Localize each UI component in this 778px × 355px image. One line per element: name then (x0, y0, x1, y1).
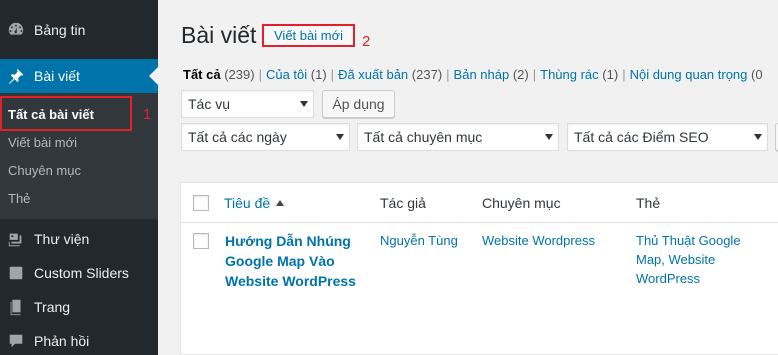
filter-published-label: Đã xuất bản (338, 67, 409, 82)
post-tags-line: WordPress (636, 271, 701, 286)
date-filter-select[interactable]: Tất cả các ngày (181, 123, 350, 151)
active-menu-arrow (149, 67, 158, 85)
highlight-box-all-posts (0, 96, 132, 131)
dashboard-icon (6, 20, 26, 40)
filter-trash-count: (1) (602, 67, 619, 82)
menu-label-pages: Trang (34, 299, 71, 315)
post-tags-line: Thủ Thuật Google (636, 233, 741, 248)
menu-item-dashboard[interactable]: Bảng tin (0, 13, 158, 47)
sort-arrow-icon (276, 200, 285, 206)
row-checkbox[interactable] (193, 233, 209, 249)
filter-cornerstone-count: (0 (751, 67, 763, 82)
submenu-categories[interactable]: Chuyên mục (8, 163, 81, 178)
filter-drafts-count: (2) (512, 67, 529, 82)
bulk-action-select[interactable]: Tác vụ (181, 90, 314, 118)
filter-drafts[interactable]: Bản nháp (2) (454, 67, 529, 82)
filter-published-count: (237) (411, 67, 443, 82)
filter-mine[interactable]: Của tôi (1) (266, 67, 327, 82)
filter-trash-label: Thùng rác (540, 67, 599, 82)
media-icon (6, 229, 26, 249)
menu-label-posts: Bài viết (34, 68, 80, 84)
page-icon (6, 297, 26, 317)
column-category-header[interactable]: Chuyên mục (482, 195, 561, 211)
filter-published[interactable]: Đã xuất bản (237) (338, 67, 442, 82)
page-title: Bài viết (181, 22, 257, 48)
category-filter-select[interactable]: Tất cả chuyên mục (357, 123, 559, 151)
slider-icon (6, 263, 26, 283)
post-author-link[interactable]: Nguyễn Tùng (380, 231, 458, 250)
menu-label-dashboard: Bảng tin (34, 22, 86, 38)
admin-sidebar: Bảng tin Bài viết Tất cả bài viết Viết b… (0, 0, 158, 355)
filter-all[interactable]: Tất cả (239) (183, 67, 255, 82)
post-tags-line: Map, Website (636, 252, 716, 267)
comment-icon (6, 331, 26, 351)
column-title-label: Tiêu đề (224, 195, 271, 211)
main-content: Bài viết Viết bài mới 2 Tất cả (239) | Của… (158, 0, 778, 355)
post-tags-links[interactable]: Thủ Thuật Google Map, Website WordPress (636, 231, 741, 288)
column-title-header[interactable]: Tiêu đề (224, 195, 285, 211)
menu-label-media: Thư viện (34, 231, 90, 247)
menu-label-custom-sliders: Custom Sliders (34, 265, 129, 281)
menu-label-comments: Phản hồi (34, 333, 90, 349)
column-tags-header: Thẻ (636, 195, 661, 211)
add-new-post-button[interactable]: Viết bài mới (262, 24, 355, 47)
seo-filter-value: Tất cả các Điểm SEO (574, 129, 709, 145)
post-status-filters: Tất cả (239) | Của tôi (1) | Đã xuất bản (23… (183, 67, 763, 82)
filter-all-label: Tất cả (183, 67, 221, 82)
menu-item-custom-sliders[interactable]: Custom Sliders (0, 256, 158, 290)
post-title-line: Hướng Dẫn Nhúng (225, 233, 351, 249)
apply-button[interactable]: Áp dụng (322, 90, 395, 118)
post-title-line: Website WordPress (225, 273, 356, 289)
pin-icon (6, 66, 26, 86)
submenu-add-new[interactable]: Viết bài mới (8, 135, 77, 150)
filter-cornerstone[interactable]: Nội dung quan trọng (0 (630, 67, 763, 82)
filter-all-count: (239) (224, 67, 255, 82)
select-all-checkbox[interactable] (193, 195, 209, 211)
category-filter-value: Tất cả chuyên mục (364, 129, 483, 145)
chevron-down-icon (336, 134, 344, 140)
filter-cornerstone-label: Nội dung quan trọng (629, 67, 748, 82)
filter-drafts-label: Bản nháp (453, 67, 510, 82)
post-title-link[interactable]: Hướng Dẫn Nhúng Google Map Vào Website W… (225, 231, 356, 291)
filter-mine-label: Của tôi (265, 67, 308, 82)
posts-table: Tiêu đề Tác giả Chuyên mục Thẻ Hướng Dẫn… (180, 182, 778, 355)
menu-item-posts[interactable]: Bài viết (0, 59, 158, 93)
post-category-link[interactable]: Website Wordpress (482, 231, 595, 250)
filter-trash[interactable]: Thùng rác (1) (540, 67, 618, 82)
annotation-number-1: 1 (143, 106, 152, 123)
chevron-down-icon (545, 134, 553, 140)
menu-item-comments[interactable]: Phản hồi (0, 324, 158, 355)
annotation-number-2: 2 (362, 33, 371, 50)
bulk-action-select-value: Tác vụ (188, 96, 231, 112)
seo-filter-select[interactable]: Tất cả các Điểm SEO (567, 123, 768, 151)
menu-item-media[interactable]: Thư viện (0, 222, 158, 256)
column-author-header: Tác giả (380, 195, 426, 211)
chevron-down-icon (754, 134, 762, 140)
submenu-tags[interactable]: Thẻ (8, 191, 30, 206)
post-title-line: Google Map Vào (225, 253, 335, 269)
filter-mine-count: (1) (310, 67, 327, 82)
date-filter-value: Tất cả các ngày (188, 129, 287, 145)
chevron-down-icon (300, 101, 308, 107)
menu-item-pages[interactable]: Trang (0, 290, 158, 324)
table-header: Tiêu đề Tác giả Chuyên mục Thẻ (181, 183, 778, 223)
